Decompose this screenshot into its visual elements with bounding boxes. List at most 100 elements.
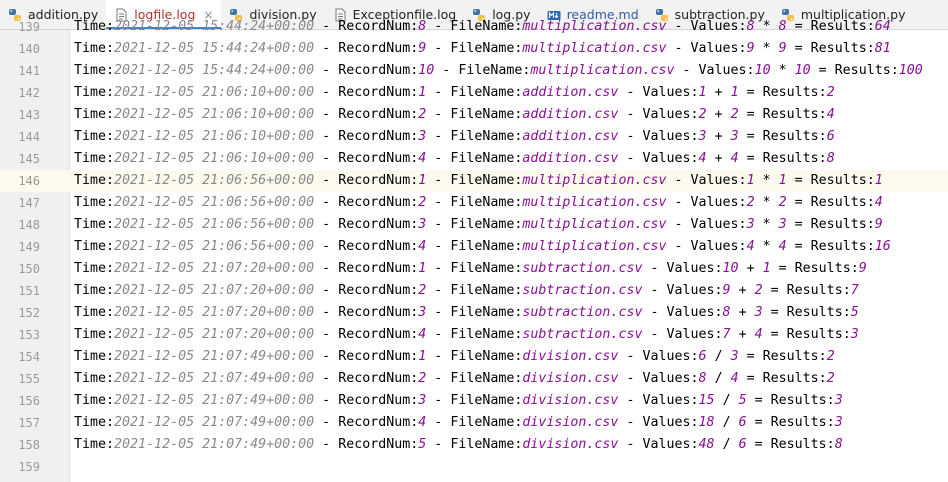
operand-a: 2: [746, 195, 755, 210]
separator: -: [426, 195, 451, 210]
operand-b: 2: [778, 195, 787, 210]
log-line-text: Time:2021-12-05 21:06:56+00:00 - RecordN…: [74, 195, 883, 210]
separator: -: [618, 107, 643, 122]
operand-b: 10: [794, 63, 811, 78]
filename-label: FileName:: [450, 129, 523, 144]
separator: -: [314, 41, 339, 56]
operand-a: 3: [698, 129, 707, 144]
record-label: RecordNum:: [338, 19, 419, 34]
record-label: RecordNum:: [338, 283, 419, 298]
log-line[interactable]: 156 Time:2021-12-05 21:07:49+00:00 - Reco…: [0, 390, 948, 412]
results-label: Results:: [770, 415, 835, 430]
line-number: 158: [18, 438, 40, 452]
operand-b: 8: [778, 19, 787, 34]
values-label: Values:: [690, 217, 747, 232]
log-line[interactable]: 151 Time:2021-12-05 21:07:20+00:00 - Reco…: [0, 280, 948, 302]
separator: -: [426, 437, 451, 452]
operator: /: [722, 393, 731, 408]
log-line-text: Time:2021-12-05 21:07:49+00:00 - RecordN…: [74, 371, 835, 386]
log-line[interactable]: 140 Time:2021-12-05 15:44:24+00:00 - Reco…: [0, 38, 948, 60]
time-label: Time:: [74, 349, 115, 364]
record-label: RecordNum:: [338, 217, 419, 232]
values-label: Values:: [690, 195, 747, 210]
log-editor[interactable]: 139 Time:2021-12-05 15:44:24+00:00 - Reco…: [0, 19, 948, 482]
result-value: 5: [850, 305, 859, 320]
timestamp: 2021-12-05 21:07:20+00:00: [114, 283, 315, 298]
separator: -: [666, 195, 691, 210]
log-line[interactable]: 139 Time:2021-12-05 15:44:24+00:00 - Reco…: [0, 16, 948, 38]
line-number: 148: [18, 218, 40, 232]
separator: -: [618, 437, 643, 452]
operand-a: 6: [698, 349, 707, 364]
operand-b: 3: [778, 217, 787, 232]
result-value: 8: [826, 151, 835, 166]
values-label: Values:: [666, 305, 723, 320]
log-line[interactable]: 150 Time:2021-12-05 21:07:20+00:00 - Reco…: [0, 258, 948, 280]
filename-label: FileName:: [450, 327, 523, 342]
log-line[interactable]: 148 Time:2021-12-05 21:06:56+00:00 - Reco…: [0, 214, 948, 236]
timestamp: 2021-12-05 21:06:56+00:00: [114, 217, 315, 232]
separator: -: [314, 173, 339, 188]
log-line[interactable]: 142 Time:2021-12-05 21:06:10+00:00 - Reco…: [0, 82, 948, 104]
log-line[interactable]: 155 Time:2021-12-05 21:07:49+00:00 - Reco…: [0, 368, 948, 390]
line-number: 143: [18, 108, 40, 122]
log-line[interactable]: 159: [0, 456, 948, 478]
record-label: RecordNum:: [338, 239, 419, 254]
values-label: Values:: [642, 107, 699, 122]
log-line-text: Time:2021-12-05 21:07:49+00:00 - RecordN…: [74, 415, 843, 430]
line-number: 139: [18, 20, 40, 34]
filename: multiplication.csv: [522, 239, 667, 254]
log-line[interactable]: 144 Time:2021-12-05 21:06:10+00:00 - Reco…: [0, 126, 948, 148]
record-label: RecordNum:: [338, 393, 419, 408]
separator: -: [618, 349, 643, 364]
record-label: RecordNum:: [338, 437, 419, 452]
time-label: Time:: [74, 173, 115, 188]
values-label: Values:: [642, 151, 699, 166]
log-line[interactable]: 152 Time:2021-12-05 21:07:20+00:00 - Reco…: [0, 302, 948, 324]
operator: *: [762, 195, 771, 210]
operand-a: 15: [698, 393, 715, 408]
separator: -: [426, 393, 451, 408]
timestamp: 2021-12-05 21:07:49+00:00: [114, 349, 315, 364]
operator: +: [714, 151, 723, 166]
record-label: RecordNum:: [338, 41, 419, 56]
operand-a: 48: [698, 437, 715, 452]
operand-b: 4: [754, 327, 763, 342]
log-line[interactable]: 141 Time:2021-12-05 15:44:24+00:00 - Reco…: [0, 60, 948, 82]
log-line[interactable]: 145 Time:2021-12-05 21:06:10+00:00 - Reco…: [0, 148, 948, 170]
timestamp: 2021-12-05 21:06:56+00:00: [114, 173, 315, 188]
record-label: RecordNum:: [338, 195, 419, 210]
line-number: 152: [18, 306, 40, 320]
separator: -: [314, 217, 339, 232]
separator: -: [666, 41, 691, 56]
log-line[interactable]: 153 Time:2021-12-05 21:07:20+00:00 - Reco…: [0, 324, 948, 346]
log-line[interactable]: 154 Time:2021-12-05 21:07:49+00:00 - Reco…: [0, 346, 948, 368]
operand-a: 8: [722, 305, 731, 320]
results-label: Results:: [794, 261, 859, 276]
values-label: Values:: [690, 173, 747, 188]
result-value: 9: [858, 261, 867, 276]
time-label: Time:: [74, 217, 115, 232]
log-line[interactable]: 158 Time:2021-12-05 21:07:49+00:00 - Reco…: [0, 434, 948, 456]
log-line[interactable]: 146 Time:2021-12-05 21:06:56+00:00 - Reco…: [0, 170, 948, 192]
separator: -: [618, 393, 643, 408]
results-label: Results:: [810, 239, 875, 254]
log-line[interactable]: 147 Time:2021-12-05 21:06:56+00:00 - Reco…: [0, 192, 948, 214]
line-number: 151: [18, 284, 40, 298]
log-line-text: Time:2021-12-05 21:06:10+00:00 - RecordN…: [74, 107, 835, 122]
log-line[interactable]: 149 Time:2021-12-05 21:06:56+00:00 - Reco…: [0, 236, 948, 258]
time-label: Time:: [74, 327, 115, 342]
results-label: Results:: [762, 129, 827, 144]
time-label: Time:: [74, 107, 115, 122]
results-label: Results:: [762, 107, 827, 122]
log-line[interactable]: 157 Time:2021-12-05 21:07:49+00:00 - Reco…: [0, 412, 948, 434]
time-label: Time:: [74, 415, 115, 430]
filename-label: FileName:: [450, 41, 523, 56]
values-label: Values:: [690, 41, 747, 56]
operand-a: 8: [698, 371, 707, 386]
log-line[interactable]: 143 Time:2021-12-05 21:06:10+00:00 - Reco…: [0, 104, 948, 126]
operand-a: 18: [698, 415, 715, 430]
separator: -: [314, 239, 339, 254]
separator: -: [426, 283, 451, 298]
results-label: Results:: [762, 151, 827, 166]
